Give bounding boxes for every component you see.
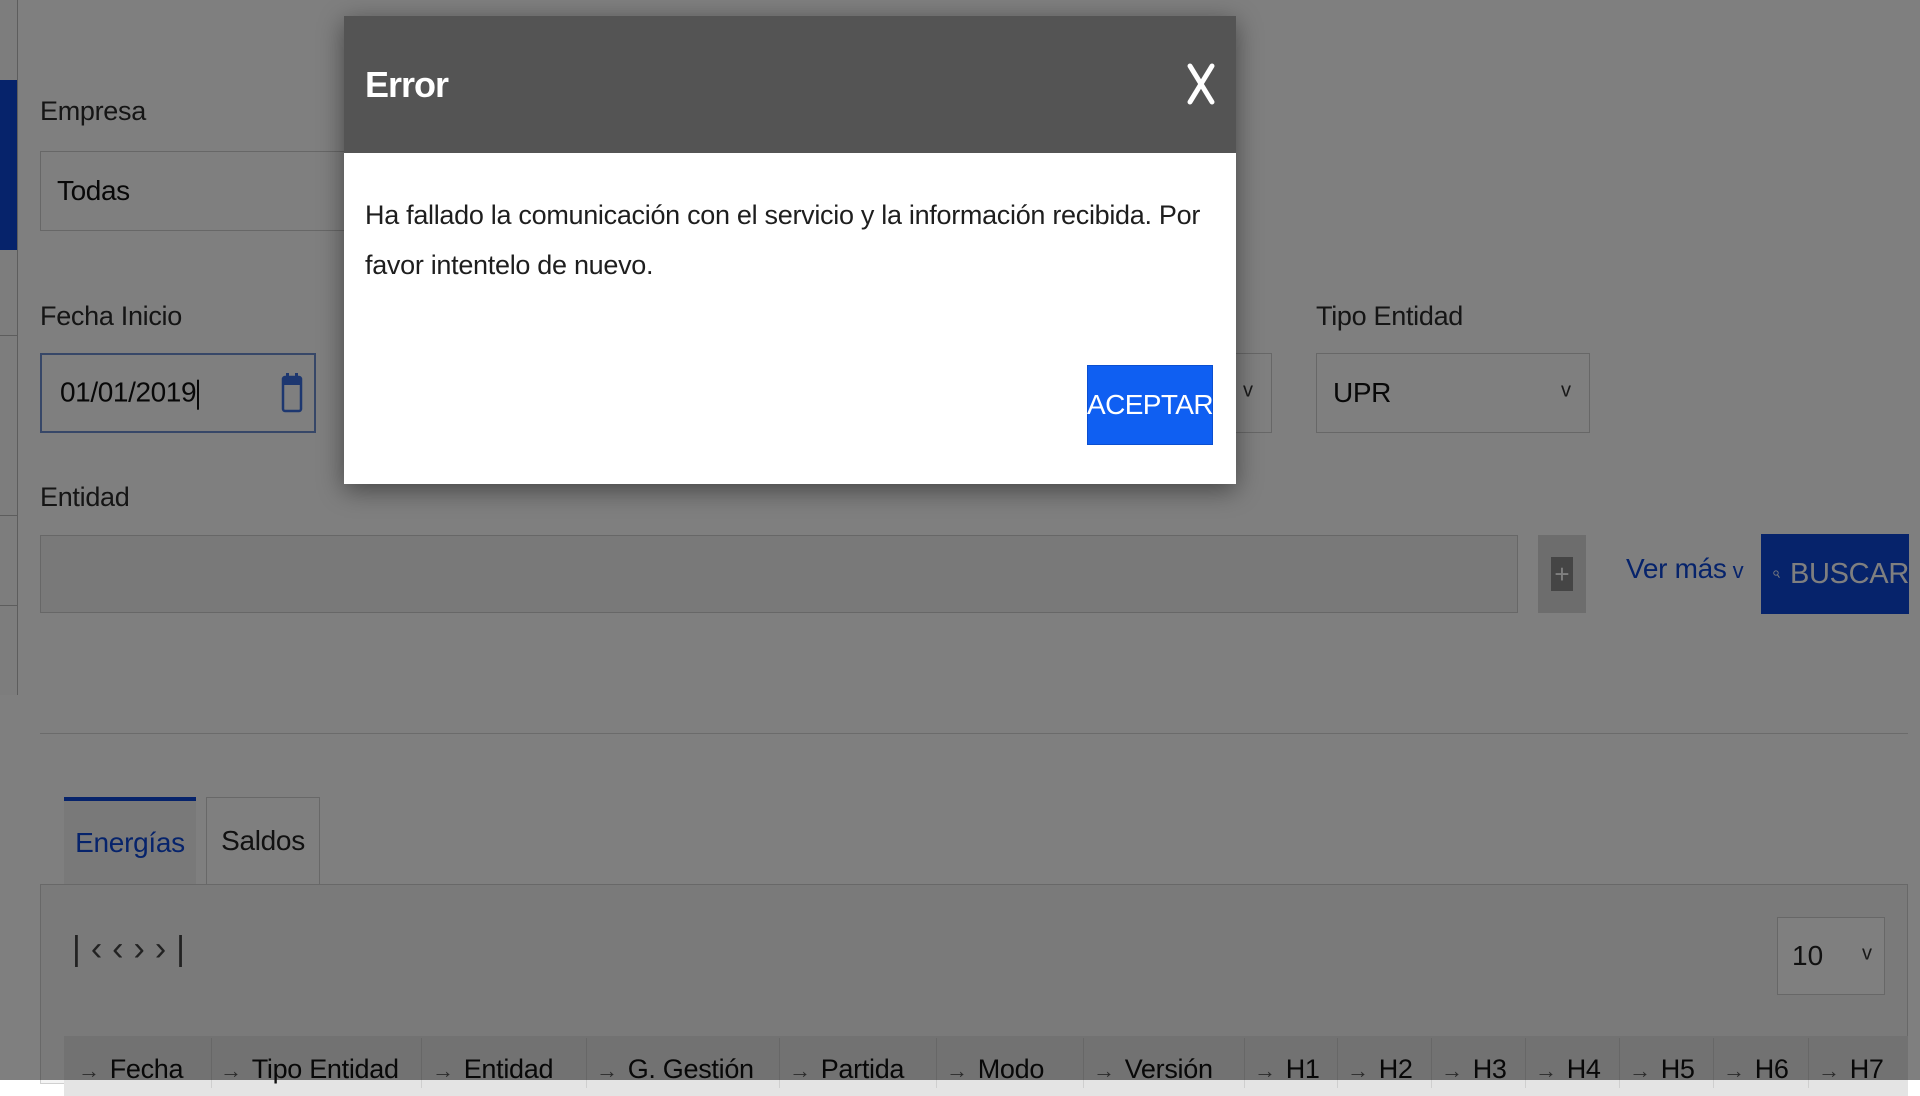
error-dialog-title: Error xyxy=(365,64,449,105)
aceptar-button[interactable]: ACEPTAR xyxy=(1087,365,1214,445)
error-dialog-header: Error xyxy=(344,16,1236,153)
close-icon[interactable] xyxy=(1186,60,1216,108)
error-dialog-message: Ha fallado la comunicación con el servic… xyxy=(365,200,1201,280)
aceptar-label: ACEPTAR xyxy=(1087,389,1214,420)
error-dialog: Error Ha fallado la comunicación con el … xyxy=(344,16,1236,484)
